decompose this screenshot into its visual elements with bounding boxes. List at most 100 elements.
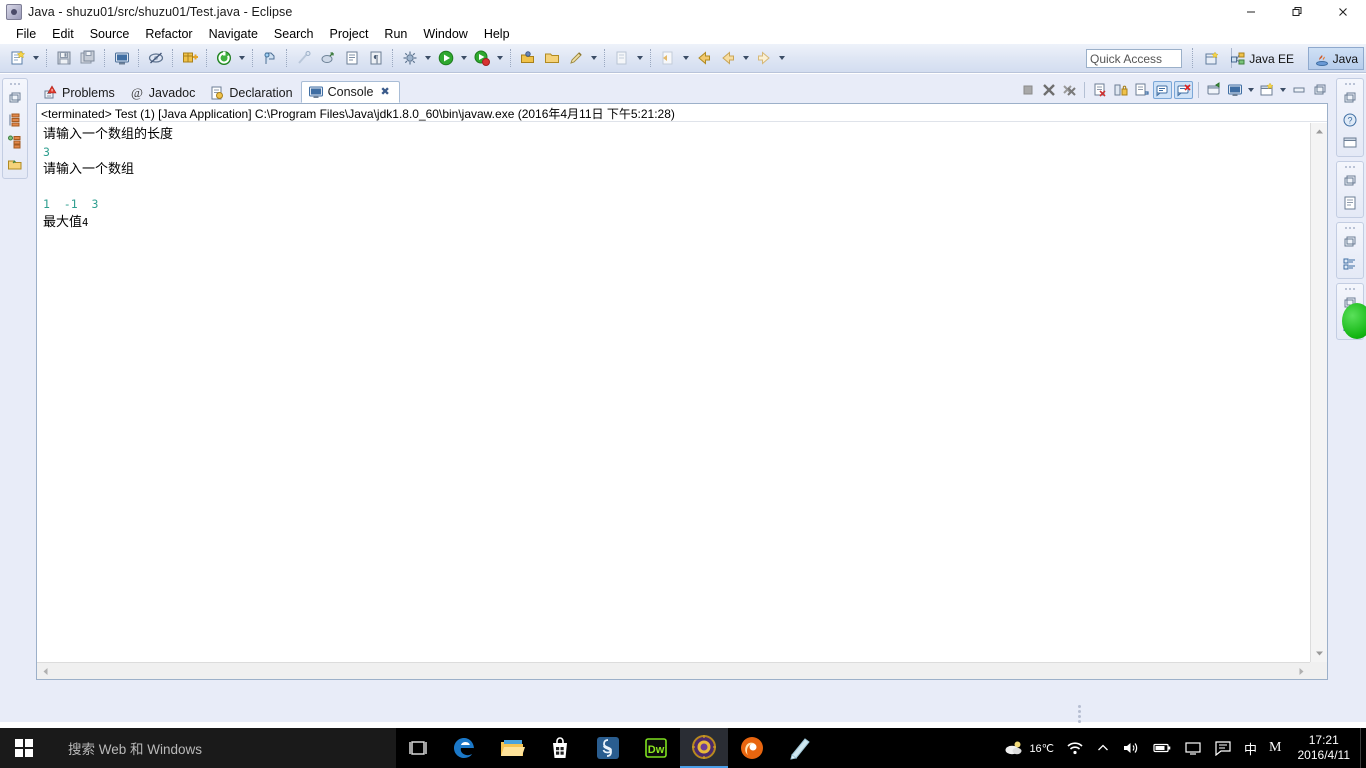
debug-icon[interactable] <box>399 47 421 69</box>
type-hierarchy-icon[interactable] <box>3 131 27 153</box>
action-center-icon[interactable] <box>1208 728 1238 768</box>
tab-declaration[interactable]: Declaration <box>203 83 300 103</box>
display-icon[interactable] <box>1178 728 1208 768</box>
menu-search[interactable]: Search <box>266 25 322 43</box>
menu-file[interactable]: File <box>8 25 44 43</box>
taskbar-app-store[interactable] <box>536 728 584 768</box>
show-console-on-error-icon[interactable] <box>1174 81 1193 99</box>
perspective-java[interactable]: Java <box>1307 47 1364 70</box>
menu-source[interactable]: Source <box>82 25 138 43</box>
tab-problems[interactable]: Problems <box>36 83 123 103</box>
taskbar-app-eclipse[interactable] <box>680 728 728 768</box>
console-horizontal-scrollbar[interactable] <box>37 662 1310 679</box>
coverage-dropdown-icon[interactable] <box>494 47 506 69</box>
back-icon[interactable] <box>693 47 715 69</box>
tab-console-close-icon[interactable]: ✖ <box>380 86 391 98</box>
scroll-up-arrow-icon[interactable] <box>1311 123 1328 140</box>
perspective-java-ee[interactable]: Java EE <box>1225 47 1299 70</box>
link-icon[interactable] <box>317 47 339 69</box>
taskbar-clock[interactable]: 17:21 2016/4/11 <box>1288 728 1361 768</box>
scroll-lock-icon[interactable] <box>1111 81 1130 99</box>
taskbar-app-file-explorer[interactable] <box>488 728 536 768</box>
taskbar-search-input[interactable]: 搜索 Web 和 Windows <box>48 728 396 768</box>
battery-icon[interactable] <box>1146 728 1178 768</box>
outline-view-icon[interactable] <box>1337 253 1363 275</box>
project-explorer-icon[interactable] <box>3 153 27 175</box>
external-tools-icon[interactable] <box>517 47 539 69</box>
console-vertical-scrollbar[interactable] <box>1310 123 1327 662</box>
show-desktop-button[interactable] <box>1360 728 1366 768</box>
taskbar-app-skype[interactable] <box>584 728 632 768</box>
menu-navigate[interactable]: Navigate <box>201 25 266 43</box>
display-selected-console-dropdown-icon[interactable] <box>1245 81 1256 99</box>
toggle-mark-occurrences-icon[interactable] <box>145 47 167 69</box>
show-whitespace-icon[interactable] <box>341 47 363 69</box>
minimize-view-icon[interactable] <box>1289 81 1308 99</box>
ime-logo-icon[interactable]: M <box>1263 728 1287 768</box>
save-all-icon[interactable] <box>77 47 99 69</box>
next-annotation-dropdown-icon[interactable] <box>634 47 646 69</box>
coverage-icon[interactable] <box>471 47 493 69</box>
forward-icon[interactable] <box>753 47 775 69</box>
open-folder-icon[interactable] <box>541 47 563 69</box>
back-2-icon[interactable] <box>717 47 739 69</box>
open-type-icon[interactable] <box>259 47 281 69</box>
menu-project[interactable]: Project <box>322 25 377 43</box>
run-dropdown-icon[interactable] <box>458 47 470 69</box>
remove-all-terminated-icon[interactable] <box>1060 81 1079 99</box>
open-console-icon[interactable] <box>1257 81 1276 99</box>
console-output[interactable]: 请输入一个数组的长度 3 请输入一个数组 1 -1 3 最大值4 <box>37 123 1310 662</box>
previous-edit-dropdown-icon[interactable] <box>680 47 692 69</box>
maximize-view-icon[interactable] <box>1310 81 1329 99</box>
menu-edit[interactable]: Edit <box>44 25 82 43</box>
pencil-icon[interactable] <box>565 47 587 69</box>
debug-dropdown-icon[interactable] <box>422 47 434 69</box>
back-dropdown-icon[interactable] <box>740 47 752 69</box>
quick-access-input[interactable]: Quick Access <box>1086 49 1182 68</box>
taskbar-app-notes[interactable] <box>776 728 824 768</box>
taskbar-app-dreamweaver[interactable]: Dw <box>632 728 680 768</box>
open-perspective-icon[interactable] <box>1201 48 1223 69</box>
scroll-right-arrow-icon[interactable] <box>1293 663 1310 680</box>
volume-icon[interactable] <box>1116 728 1146 768</box>
wifi-icon[interactable] <box>1060 728 1090 768</box>
new-java-class-dropdown-icon[interactable] <box>236 47 248 69</box>
clear-console-icon[interactable] <box>1090 81 1109 99</box>
new-wizard-icon[interactable] <box>7 47 29 69</box>
previous-edit-icon[interactable] <box>657 47 679 69</box>
terminate-icon[interactable] <box>1018 81 1037 99</box>
scroll-left-arrow-icon[interactable] <box>37 663 54 680</box>
pilcrow-icon[interactable]: ¶ <box>365 47 387 69</box>
show-hidden-icons-icon[interactable] <box>1090 728 1116 768</box>
new-wizard-dropdown-icon[interactable] <box>30 47 42 69</box>
new-java-package-icon[interactable] <box>179 47 201 69</box>
package-explorer-icon[interactable] <box>3 87 27 109</box>
open-console-dropdown-icon[interactable] <box>1277 81 1288 99</box>
search-icon[interactable] <box>293 47 315 69</box>
scroll-down-arrow-icon[interactable] <box>1311 645 1328 662</box>
menu-window[interactable]: Window <box>415 25 475 43</box>
restore-icon[interactable] <box>1337 87 1363 109</box>
external-tools-dropdown-icon[interactable] <box>588 47 600 69</box>
forward-dropdown-icon[interactable] <box>776 47 788 69</box>
outline-icon[interactable] <box>3 109 27 131</box>
maximize-button[interactable] <box>1274 0 1320 23</box>
restore-icon[interactable] <box>1337 170 1363 192</box>
run-icon[interactable] <box>435 47 457 69</box>
javadoc-help-icon[interactable]: ? <box>1337 109 1363 131</box>
save-icon[interactable] <box>53 47 75 69</box>
pin-console-icon[interactable] <box>1204 81 1223 99</box>
taskbar-app-edge[interactable] <box>440 728 488 768</box>
display-selected-console-icon[interactable] <box>1225 81 1244 99</box>
tab-console[interactable]: Console ✖ <box>300 81 401 103</box>
task-list-icon[interactable] <box>1337 192 1363 214</box>
task-view-button[interactable] <box>396 728 440 768</box>
new-java-class-icon[interactable] <box>213 47 235 69</box>
show-console-on-output-icon[interactable] <box>1153 81 1172 99</box>
close-button[interactable] <box>1320 0 1366 23</box>
remove-launch-icon[interactable] <box>1039 81 1058 99</box>
ime-mode-icon[interactable]: 中 <box>1238 728 1263 768</box>
tab-javadoc[interactable]: @ Javadoc <box>123 83 204 103</box>
print-icon[interactable] <box>111 47 133 69</box>
word-wrap-icon[interactable] <box>1132 81 1151 99</box>
